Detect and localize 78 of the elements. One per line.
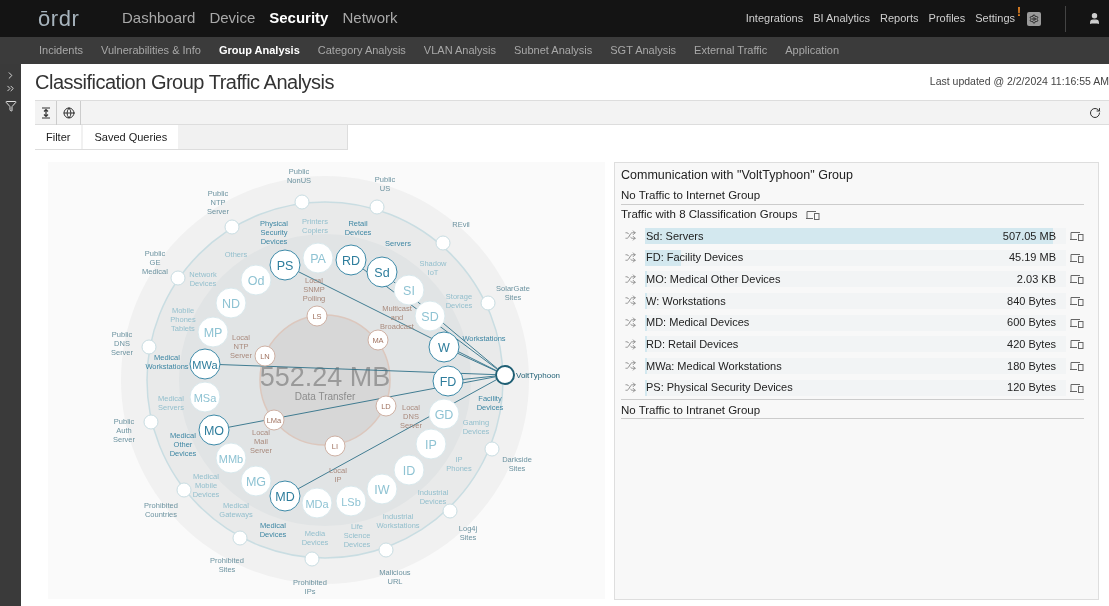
brand-logo[interactable]: ōrdr	[38, 2, 108, 35]
devices-icon[interactable]	[1070, 295, 1084, 306]
intranet-status: No Traffic to Intranet Group	[621, 398, 1084, 419]
group-node[interactable]: PS	[269, 249, 301, 281]
group-node[interactable]: MWa	[189, 348, 221, 380]
traffic-amount: 120 Bytes	[1007, 380, 1056, 396]
main-menu-item[interactable]: Device	[209, 7, 256, 30]
traffic-amount: 45.19 MB	[1008, 250, 1056, 266]
group-node[interactable]: RD	[335, 244, 367, 276]
traffic-amount: 840 Bytes	[1007, 293, 1056, 309]
settings-icon[interactable]	[1027, 11, 1041, 26]
query-tab[interactable]: Filter	[35, 125, 82, 149]
group-name[interactable]: W: Workstations	[645, 292, 726, 310]
devices-icon[interactable]	[806, 210, 821, 220]
traffic-amount: 2.03 KB	[1016, 271, 1056, 287]
query-tab[interactable]: Saved Queries	[83, 125, 179, 149]
group-name[interactable]: RD: Retail Devices	[645, 336, 739, 353]
traffic-amount: 420 Bytes	[1007, 337, 1056, 353]
traffic-amount: 180 Bytes	[1007, 358, 1056, 374]
devices-icon[interactable]	[1070, 360, 1084, 371]
user-icon[interactable]	[1088, 12, 1101, 25]
shuffle-icon[interactable]	[625, 273, 636, 285]
details-title: Communication with "VoltTyphoon" Group	[621, 167, 854, 184]
top-menu-link[interactable]: BI Analytics	[813, 10, 871, 27]
shuffle-icon[interactable]	[625, 295, 636, 307]
sub-nav-tab[interactable]: Incidents	[39, 42, 84, 59]
devices-icon[interactable]	[1070, 317, 1084, 328]
devices-icon[interactable]	[1070, 252, 1084, 263]
sub-nav-tab[interactable]: SGT Analysis	[610, 42, 677, 59]
top-menu-link[interactable]: Settings	[975, 10, 1015, 27]
traffic-amount: 600 Bytes	[1007, 315, 1056, 331]
double-chevron-icon[interactable]	[5, 83, 16, 94]
sub-nav-tab[interactable]: VLAN Analysis	[423, 42, 496, 59]
refresh-icon[interactable]	[1089, 106, 1101, 119]
sub-nav-tab[interactable]: Category Analysis	[317, 42, 406, 59]
group-name[interactable]: MO: Medical Other Devices	[645, 270, 781, 288]
group-name[interactable]: MD: Medical Devices	[645, 314, 750, 331]
group-name[interactable]: Sd: Servers	[645, 227, 704, 245]
shuffle-icon[interactable]	[625, 382, 636, 394]
group-name[interactable]: MWa: Medical Workstations	[645, 357, 782, 375]
sub-nav-tab[interactable]: Application	[785, 42, 840, 59]
sub-nav-tab[interactable]: Group Analysis	[218, 42, 300, 59]
traffic-amount: 507.05 MB	[1002, 228, 1056, 244]
expand-vertical-icon	[40, 106, 51, 119]
groups-heading: Traffic with 8 Classification Groups	[621, 207, 798, 223]
main-menu-item[interactable]: Network	[342, 7, 398, 30]
group-name[interactable]: FD: Facility Devices	[645, 249, 744, 266]
top-menu-link[interactable]: Reports	[880, 10, 919, 27]
center-caption: Data Transfer	[294, 391, 356, 402]
top-menu-link[interactable]: Integrations	[745, 10, 804, 27]
devices-icon[interactable]	[1070, 339, 1084, 350]
shuffle-icon[interactable]	[625, 317, 636, 329]
main-menu-item[interactable]: Security	[269, 7, 329, 30]
group-node[interactable]: Sd	[366, 256, 398, 288]
sub-nav-tab[interactable]: External Traffic	[694, 42, 768, 59]
shuffle-icon[interactable]	[625, 360, 636, 372]
group-node[interactable]: MD	[269, 480, 301, 512]
shuffle-icon[interactable]	[625, 338, 636, 350]
group-node[interactable]: MO	[198, 414, 230, 446]
main-menu-item[interactable]: Dashboard	[122, 7, 196, 30]
globe-icon	[62, 106, 75, 119]
sub-nav-tab[interactable]: Vulnerabilities & Info	[101, 42, 201, 59]
external-node-label: VoltTyphoon	[516, 371, 561, 380]
group-node[interactable]: W	[428, 331, 460, 363]
devices-icon[interactable]	[1070, 274, 1084, 285]
devices-icon[interactable]	[1070, 230, 1084, 241]
shuffle-icon[interactable]	[625, 252, 636, 264]
devices-icon[interactable]	[1070, 382, 1084, 393]
group-node[interactable]: FD	[432, 365, 464, 397]
alert-mark: !	[1017, 4, 1021, 21]
page-title: Classification Group Traffic Analysis	[35, 70, 335, 95]
top-menu-link[interactable]: Profiles	[928, 10, 966, 27]
group-name[interactable]: PS: Physical Security Devices	[645, 379, 793, 396]
internet-status: No Traffic to Internet Group	[621, 185, 1084, 205]
last-updated: Last updated @ 2/2/2024 11:16:55 AM	[929, 74, 1109, 90]
shuffle-icon[interactable]	[625, 230, 636, 242]
sub-nav-tab[interactable]: Subnet Analysis	[514, 42, 593, 59]
filter-icon[interactable]	[4, 100, 17, 112]
